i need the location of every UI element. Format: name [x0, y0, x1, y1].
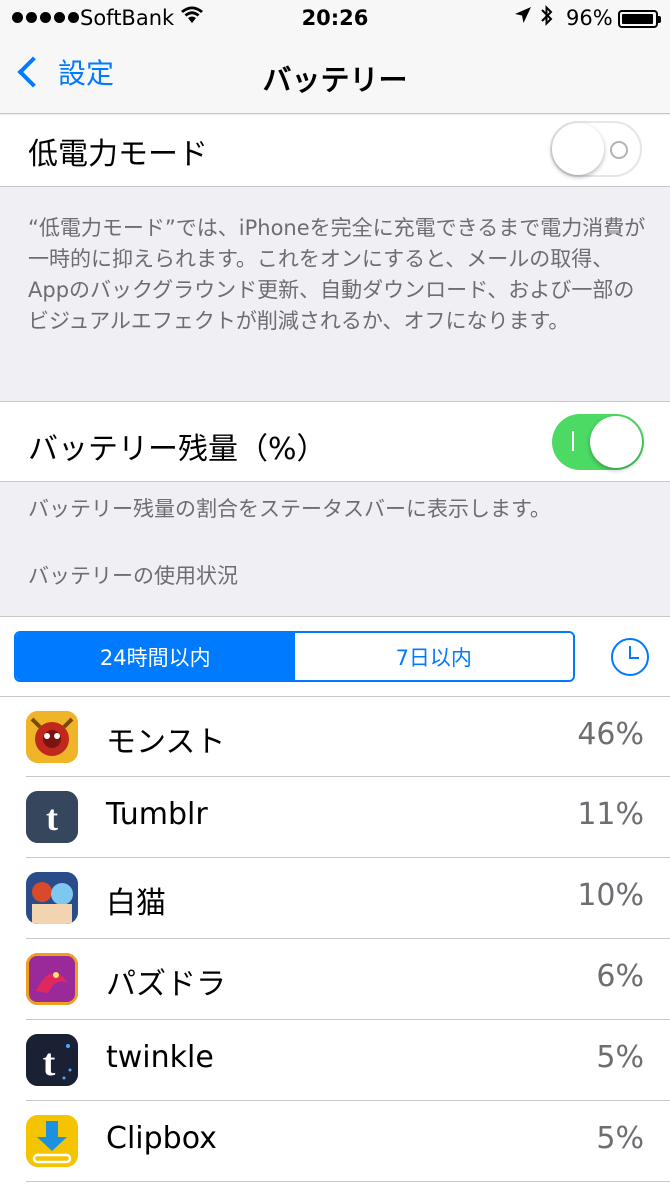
clock-icon[interactable] [611, 638, 649, 676]
switch-on-indicator-icon [572, 431, 574, 451]
battery-percentage-switch[interactable] [552, 414, 644, 470]
low-power-mode-row: 低電力モード [0, 115, 670, 187]
app-name: twinkle [106, 1040, 214, 1075]
svg-text:t: t [46, 798, 58, 838]
list-item[interactable]: 白猫 10% [0, 858, 670, 939]
navigation-bar: 設定 バッテリー [0, 38, 670, 114]
svg-text:t: t [43, 1042, 56, 1084]
list-item[interactable]: t Tumblr 11% [0, 777, 670, 858]
low-power-mode-description: “低電力モード”では、iPhoneを完全に充電できるまで電力消費が一時的に抑えら… [28, 216, 646, 333]
switch-knob [590, 416, 642, 468]
app-usage-percent: 5% [596, 1040, 644, 1075]
list-item[interactable]: モンスト 46% [0, 696, 670, 777]
list-item[interactable]: パズドラ 6% [0, 939, 670, 1020]
usage-section-header: バッテリーの使用状況 [28, 564, 238, 588]
location-arrow-icon [514, 6, 532, 29]
battery-icon [618, 10, 661, 28]
shironeko-icon [26, 872, 78, 924]
switch-knob [552, 123, 604, 175]
bluetooth-icon [540, 4, 554, 33]
status-bar: SoftBank 20:26 96% [0, 0, 670, 38]
puzzle-dragons-icon [26, 953, 78, 1005]
battery-fill [622, 14, 653, 24]
segment-7-days[interactable]: 7日以内 [294, 633, 573, 680]
clipbox-icon [26, 1115, 78, 1167]
switch-off-indicator-icon [610, 141, 628, 159]
tumblr-icon: t [26, 791, 78, 843]
battery-percentage-description: バッテリー残量の割合をステータスバーに表示します。 [28, 497, 551, 521]
usage-period-segmented-control: 24時間以内 7日以内 [14, 631, 575, 682]
app-usage-percent: 6% [596, 959, 644, 994]
low-power-mode-label: 低電力モード [28, 137, 208, 172]
app-name: 白猫 [106, 886, 166, 921]
list-item[interactable]: t twinkle 5% [0, 1020, 670, 1101]
app-usage-percent: 11% [577, 797, 644, 832]
app-usage-percent: 10% [577, 878, 644, 913]
battery-percentage: 96% [566, 6, 613, 30]
app-usage-percent: 5% [596, 1121, 644, 1156]
app-name: Tumblr [106, 797, 208, 832]
battery-percentage-row: バッテリー残量（%） [0, 401, 670, 482]
app-usage-percent: 46% [577, 717, 644, 752]
app-name: モンスト [106, 725, 226, 760]
list-item[interactable]: Clipbox 5% [0, 1101, 670, 1182]
battery-percentage-label: バッテリー残量（%） [28, 432, 327, 467]
app-name: Clipbox [106, 1121, 217, 1156]
twinkle-icon: t [26, 1034, 78, 1086]
monster-strike-icon [26, 711, 78, 763]
app-name: パズドラ [106, 967, 226, 1002]
segment-24-hours[interactable]: 24時間以内 [16, 633, 295, 680]
page-title: バッテリー [262, 63, 408, 97]
low-power-mode-switch[interactable] [550, 121, 642, 177]
